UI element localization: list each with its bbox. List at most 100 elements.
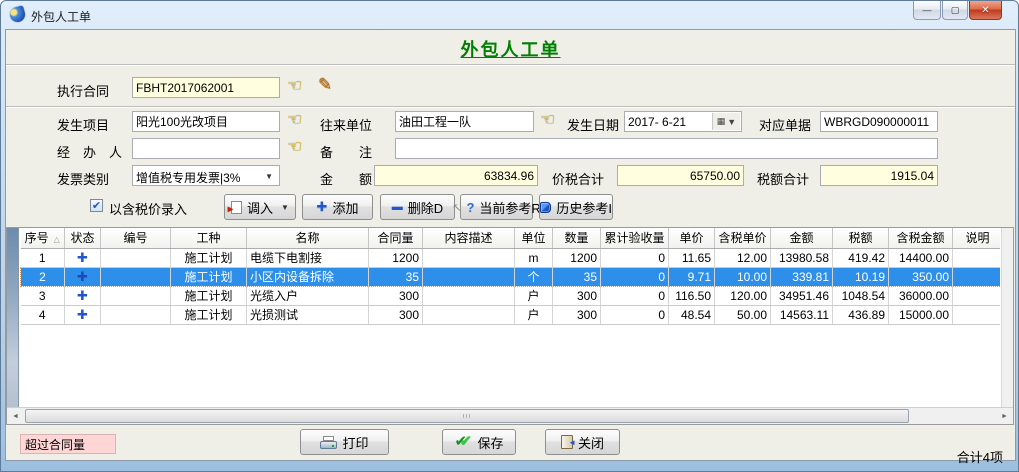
table-row[interactable]: 4✚施工计划光损测试300户300048.5450.0014563.11436.… [21,305,1001,324]
load-button[interactable]: ► 调入 ▼ [224,194,296,220]
contract-input[interactable] [132,77,280,98]
cell[interactable] [953,286,1001,305]
status-cell[interactable]: ✚ [65,267,101,286]
cell[interactable]: 0 [601,286,669,305]
cell[interactable]: 35 [553,267,601,286]
scrollbar-thumb[interactable] [25,409,909,423]
column-header[interactable]: 工种 [171,228,247,248]
cell[interactable]: 0 [601,305,669,324]
cell[interactable]: 0 [601,267,669,286]
cell[interactable]: 1 [21,248,65,267]
cell[interactable]: 34951.46 [771,286,833,305]
cell[interactable]: 300 [369,305,423,324]
cell[interactable]: 436.89 [833,305,889,324]
column-header[interactable]: 含税金额 [889,228,953,248]
status-cell[interactable]: ✚ [65,286,101,305]
cell[interactable]: 10.00 [715,267,771,286]
cell[interactable]: 光损测试 [247,305,369,324]
table-row[interactable]: 3✚施工计划光缆入户300户3000116.50120.0034951.4610… [21,286,1001,305]
cell[interactable]: 36000.00 [889,286,953,305]
cell[interactable] [953,305,1001,324]
cell[interactable] [953,248,1001,267]
remark-input[interactable] [395,138,938,159]
cell[interactable] [423,286,515,305]
status-cell[interactable]: ✚ [65,305,101,324]
column-header[interactable]: 金额 [771,228,833,248]
current-ref-button[interactable]: ↖? 当前参考R [460,194,533,220]
cell[interactable]: 户 [515,305,553,324]
date-picker-button[interactable]: ▦▼ [712,113,740,130]
maximize-button[interactable]: ▢ [942,1,968,20]
cell[interactable]: 光缆入户 [247,286,369,305]
cell[interactable]: 1200 [553,248,601,267]
cell[interactable]: 11.65 [669,248,715,267]
cell[interactable]: 4 [21,305,65,324]
cell[interactable]: 0 [601,248,669,267]
project-input[interactable] [132,111,280,132]
cell[interactable]: 120.00 [715,286,771,305]
column-header[interactable]: 合同量 [369,228,423,248]
cell[interactable] [423,267,515,286]
status-cell[interactable]: ✚ [65,248,101,267]
cell[interactable]: 施工计划 [171,305,247,324]
partner-input[interactable] [395,111,534,132]
cell[interactable]: m [515,248,553,267]
horizontal-scrollbar[interactable]: ◄ ► [7,407,1013,424]
close-button-footer[interactable]: ◄ 关闭 [545,429,620,455]
scroll-right-button[interactable]: ► [996,408,1013,424]
handler-input[interactable] [132,138,280,159]
partner-lookup-icon[interactable]: ☜ [540,110,555,130]
cell[interactable] [101,286,171,305]
column-header[interactable]: 说明 [953,228,1001,248]
cell[interactable]: 116.50 [669,286,715,305]
add-button[interactable]: ✚ 添加 [302,194,373,220]
save-button[interactable]: ✔✔ 保存 [442,429,516,455]
cell[interactable]: 300 [553,286,601,305]
column-header[interactable]: 编号 [101,228,171,248]
cell[interactable]: 12.00 [715,248,771,267]
column-header[interactable]: 单位 [515,228,553,248]
cell[interactable]: 300 [369,286,423,305]
cell[interactable]: 2 [21,267,65,286]
scroll-left-button[interactable]: ◄ [7,408,24,424]
tax-inclusive-checkbox[interactable]: ✔ [90,199,103,212]
column-header[interactable]: 状态 [65,228,101,248]
cell[interactable]: 施工计划 [171,286,247,305]
column-header[interactable]: 内容描述 [423,228,515,248]
cell[interactable]: 48.54 [669,305,715,324]
table-row[interactable]: 2✚施工计划小区内设备拆除35个3509.7110.00339.8110.193… [21,267,1001,286]
cell[interactable]: 50.00 [715,305,771,324]
table-row[interactable]: 1✚施工计划电缆下电割接1200m1200011.6512.0013980.58… [21,248,1001,267]
column-header[interactable]: 税额 [833,228,889,248]
invoice-type-select[interactable]: 增值税专用发票|3% ▼ [132,165,280,186]
vertical-scrollbar[interactable] [1001,228,1013,407]
cell[interactable]: 施工计划 [171,267,247,286]
cell[interactable] [423,305,515,324]
handler-lookup-icon[interactable]: ☜ [287,137,302,157]
cell[interactable]: 350.00 [889,267,953,286]
cell[interactable]: 1200 [369,248,423,267]
cell[interactable]: 施工计划 [171,248,247,267]
cell[interactable]: 9.71 [669,267,715,286]
cell[interactable]: 15000.00 [889,305,953,324]
column-header[interactable]: 名称 [247,228,369,248]
column-header[interactable]: 数量 [553,228,601,248]
docno-input[interactable] [820,111,938,132]
cell[interactable] [101,248,171,267]
minimize-button[interactable]: — [913,1,941,20]
cell[interactable]: 电缆下电割接 [247,248,369,267]
history-ref-button[interactable]: 历史参考I [539,194,613,220]
print-button[interactable]: 打印 [300,429,389,455]
cell[interactable]: 339.81 [771,267,833,286]
cell[interactable]: 13980.58 [771,248,833,267]
cell[interactable]: 10.19 [833,267,889,286]
project-lookup-icon[interactable]: ☜ [287,110,302,130]
contract-lookup-icon[interactable]: ☜ [287,76,302,96]
cell[interactable]: 3 [21,286,65,305]
cell[interactable]: 35 [369,267,423,286]
cell[interactable]: 户 [515,286,553,305]
cell[interactable]: 14563.11 [771,305,833,324]
cell[interactable] [101,267,171,286]
cell[interactable]: 14400.00 [889,248,953,267]
edit-icon[interactable]: ✎ [318,75,332,95]
